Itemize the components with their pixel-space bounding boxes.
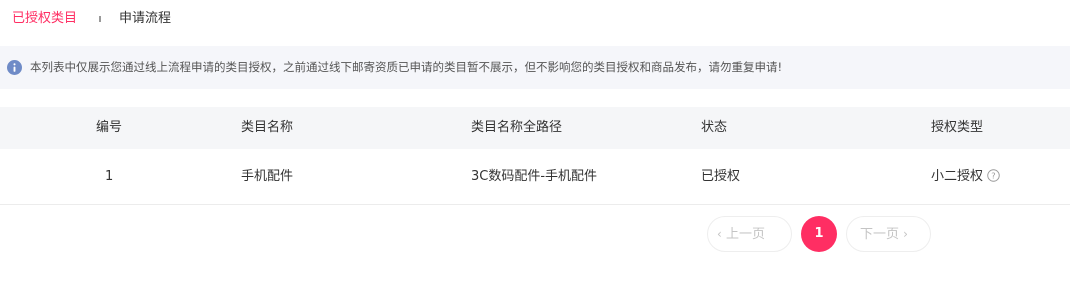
chevron-right-icon: › — [903, 227, 908, 241]
table-header: 编号 类目名称 类目名称全路径 状态 授权类型 — [0, 107, 1070, 149]
row-auth-type-cell: 小二授权? — [931, 168, 1000, 186]
prev-page-label: 上一页 — [725, 227, 765, 242]
notice-text: 本列表中仅展示您通过线上流程申请的类目授权，之前通过线下邮寄资质已申请的类目暂不… — [30, 60, 783, 74]
column-header-category-name: 类目名称 — [241, 120, 294, 135]
svg-text:?: ? — [991, 170, 995, 180]
row-number: 1 — [105, 169, 114, 184]
pagination: ‹ 上一页 1 下一页 › — [0, 216, 1070, 254]
column-header-number: 编号 — [96, 120, 123, 135]
tab-divider — [99, 16, 101, 22]
notice-banner: 本列表中仅展示您通过线上流程申请的类目授权，之前通过线下邮寄资质已申请的类目暂不… — [0, 46, 1070, 89]
column-header-category-path: 类目名称全路径 — [471, 120, 563, 135]
help-icon[interactable]: ? — [987, 169, 1000, 182]
next-page-button[interactable]: 下一页 › — [846, 216, 931, 252]
column-header-status: 状态 — [701, 120, 728, 135]
tab-authorized-categories[interactable]: 已授权类目 — [12, 10, 77, 28]
next-page-label: 下一页 — [860, 227, 900, 242]
chevron-left-icon: ‹ — [717, 227, 722, 241]
row-category-path: 3C数码配件-手机配件 — [471, 169, 598, 184]
info-icon — [7, 60, 22, 75]
table-row: 1 手机配件 3C数码配件-手机配件 已授权 小二授权? — [0, 149, 1070, 205]
tab-application-process[interactable]: 申请流程 — [119, 10, 171, 28]
prev-page-button[interactable]: ‹ 上一页 — [707, 216, 792, 252]
row-status: 已授权 — [701, 169, 741, 184]
column-header-auth-type: 授权类型 — [931, 120, 984, 135]
page-number-current[interactable]: 1 — [801, 216, 837, 252]
row-category-name: 手机配件 — [241, 169, 294, 184]
row-auth-type: 小二授权 — [931, 169, 984, 184]
category-tabs: 已授权类目 申请流程 — [0, 0, 1070, 40]
